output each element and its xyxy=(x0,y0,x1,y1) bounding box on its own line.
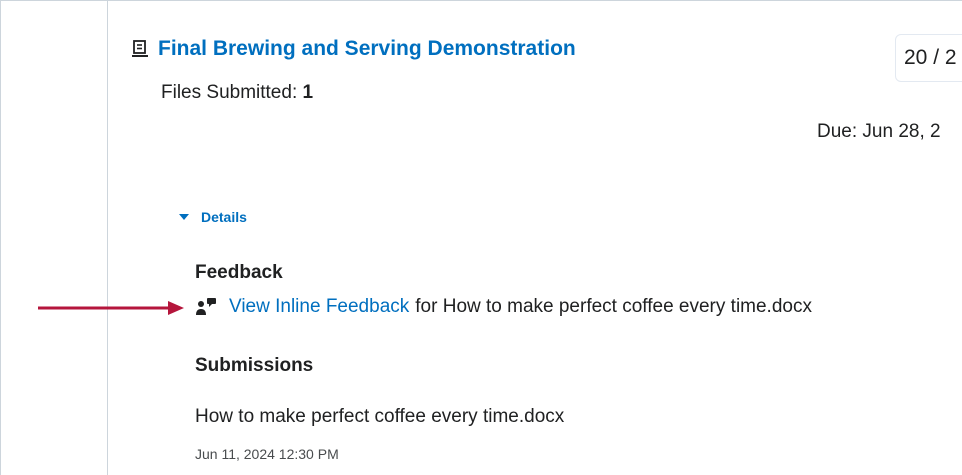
submission-file-name: How to make perfect coffee every time.do… xyxy=(195,406,565,427)
due-date: Due: Jun 28, 2 xyxy=(817,121,941,142)
files-submitted-label: Files Submitted: xyxy=(161,82,303,103)
files-submitted: Files Submitted: 1 xyxy=(161,82,313,104)
caret-down-icon xyxy=(179,214,189,220)
inline-feedback-icon xyxy=(195,296,217,318)
score-value: 20 / 2 xyxy=(904,46,957,69)
feedback-file-text: for How to make perfect coffee every tim… xyxy=(415,296,812,317)
feedback-row: View Inline Feedback for How to make per… xyxy=(195,296,812,318)
assignment-icon xyxy=(131,40,149,58)
details-toggle[interactable]: Details xyxy=(179,209,247,225)
details-toggle-label: Details xyxy=(201,209,247,225)
view-inline-feedback-link[interactable]: View Inline Feedback xyxy=(229,296,409,318)
submissions-heading: Submissions xyxy=(195,355,314,376)
submission-date: Jun 11, 2024 12:30 PM xyxy=(195,446,339,462)
column-divider xyxy=(107,0,108,475)
score-field[interactable]: 20 / 2 xyxy=(895,34,962,82)
assignment-title-link[interactable]: Final Brewing and Serving Demonstration xyxy=(158,37,576,61)
assignment-panel xyxy=(0,0,962,475)
assignment-title-row: Final Brewing and Serving Demonstration xyxy=(131,34,576,64)
red-arrow-icon xyxy=(38,301,184,315)
feedback-heading: Feedback xyxy=(195,262,283,283)
files-submitted-count: 1 xyxy=(302,82,314,103)
